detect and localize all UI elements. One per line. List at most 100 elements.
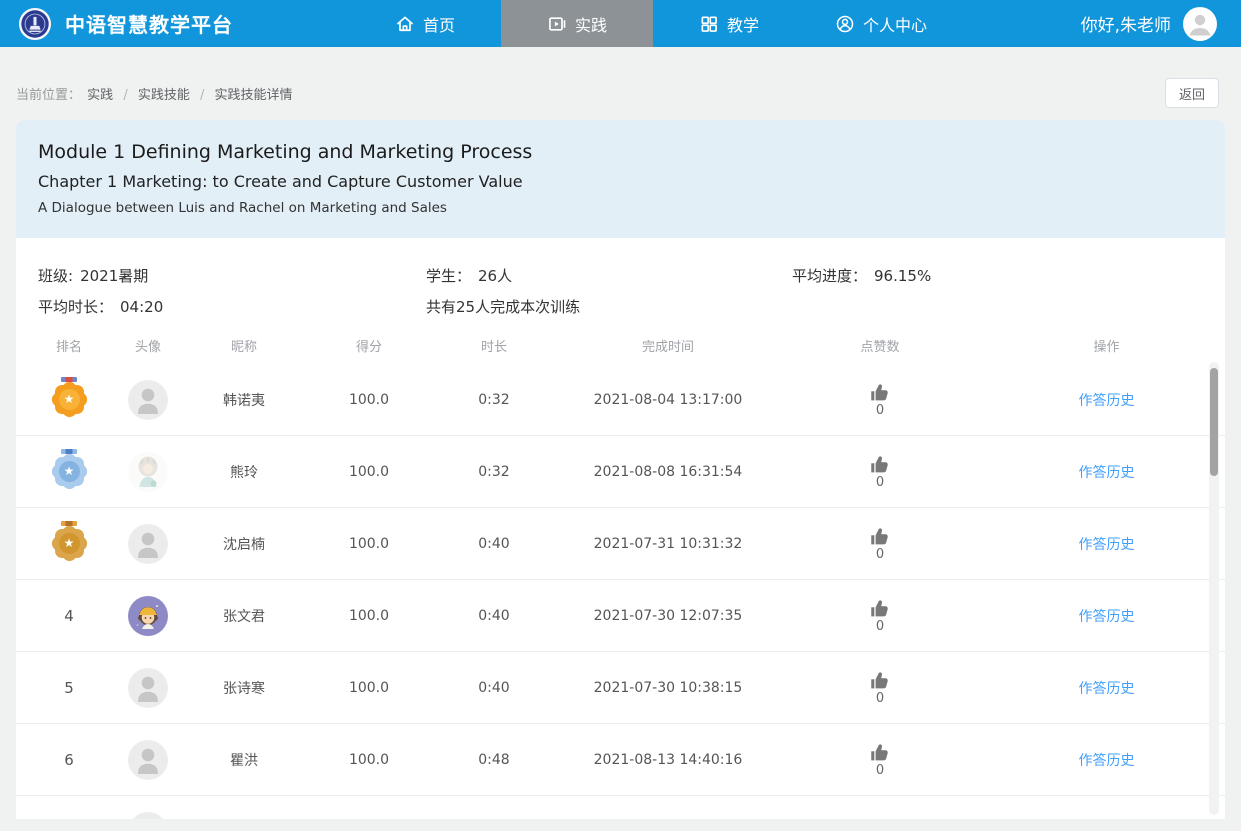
brand: 中语智慧教学平台 xyxy=(0,7,233,41)
user-avatar[interactable] xyxy=(1183,7,1217,41)
stat-class: 班级: 2021暑期 xyxy=(38,265,426,286)
like-count: 0 xyxy=(876,548,884,562)
answer-history-link[interactable]: 作答历史 xyxy=(1079,678,1135,698)
duration-cell: 0:40 xyxy=(424,536,564,552)
nav-tab-home[interactable]: 首页 xyxy=(349,0,501,47)
thumb-up-icon[interactable] xyxy=(869,742,891,763)
thumb-up-icon[interactable] xyxy=(869,526,891,547)
student-avatar xyxy=(128,740,168,780)
nav-tab-label: 个人中心 xyxy=(863,12,927,36)
scrollbar-track[interactable] xyxy=(1209,362,1219,815)
score-cell: 100.0 xyxy=(314,752,424,768)
score-cell: 100.0 xyxy=(314,536,424,552)
user-area: 你好,朱老师 xyxy=(1081,0,1217,47)
nav-tab-label: 实践 xyxy=(575,12,607,36)
duration-cell: 0:32 xyxy=(424,392,564,408)
rank-medal-gold-icon: ★ xyxy=(48,377,90,423)
breadcrumb-item-practice-skill[interactable]: 实践技能 xyxy=(138,88,190,103)
table-row: ★ 韩诺夷 100.0 0:32 2021-08-04 13:17:00 0 作… xyxy=(16,364,1225,436)
exercise-subtitle: A Dialogue between Luis and Rachel on Ma… xyxy=(38,196,1203,220)
action-cell: 作答历史 xyxy=(988,606,1225,626)
rank-cell: ★ xyxy=(16,521,122,567)
grid-icon xyxy=(699,14,719,34)
answer-history-link[interactable]: 作答历史 xyxy=(1079,462,1135,482)
avatar-cell xyxy=(122,452,174,492)
nickname-cell: 沈启楠 xyxy=(174,534,314,554)
nickname-cell: 张文君 xyxy=(174,606,314,626)
breadcrumb-item-practice[interactable]: 实践 xyxy=(87,88,113,103)
student-avatar xyxy=(128,380,168,420)
thumb-up-icon[interactable] xyxy=(869,454,891,475)
duration-cell: 0:32 xyxy=(424,464,564,480)
col-rank: 排名 xyxy=(16,336,122,355)
table-row: ★ 沈启楠 100.0 0:40 2021-07-31 10:31:32 0 作… xyxy=(16,508,1225,580)
finish-time-cell: 2021-08-08 16:31:54 xyxy=(564,464,772,480)
nav-tabs: 首页 实践 教学 xyxy=(349,0,957,47)
back-button[interactable]: 返回 xyxy=(1165,78,1219,108)
score-cell: 100.0 xyxy=(314,680,424,696)
scrollbar-thumb[interactable] xyxy=(1210,368,1218,476)
likes-cell: 0 xyxy=(772,454,988,490)
rank-cell: ★ xyxy=(16,377,122,423)
breadcrumb-separator: / xyxy=(200,88,204,103)
nav-tab-teaching[interactable]: 教学 xyxy=(653,0,805,47)
action-cell: 作答历史 xyxy=(988,462,1225,482)
duration-cell: 0:48 xyxy=(424,752,564,768)
duration-cell: 0:40 xyxy=(424,680,564,696)
stat-students-value: 26人 xyxy=(478,267,512,285)
breadcrumb: 当前位置： 实践 / 实践技能 / 实践技能详情 xyxy=(16,84,295,103)
nickname-cell: 张诗寒 xyxy=(174,678,314,698)
thumb-up-icon[interactable] xyxy=(869,382,891,403)
video-icon xyxy=(547,14,567,34)
col-finish-time: 完成时间 xyxy=(564,336,772,355)
detail-card: Module 1 Defining Marketing and Marketin… xyxy=(16,120,1225,819)
duration-cell: 0:40 xyxy=(424,608,564,624)
score-cell: 100.0 xyxy=(314,392,424,408)
stat-duration-label: 平均时长： xyxy=(38,298,113,316)
thumb-up-icon[interactable] xyxy=(869,598,891,619)
stat-class-value: 2021暑期 xyxy=(80,267,148,285)
answer-history-link[interactable]: 作答历史 xyxy=(1079,390,1135,410)
thumb-up-icon[interactable] xyxy=(869,670,891,691)
like-count: 0 xyxy=(876,476,884,490)
stat-avg-duration: 平均时长：04:20 xyxy=(38,296,426,317)
table-row: 6 瞿洪 100.0 0:48 2021-08-13 14:40:16 0 作答… xyxy=(16,724,1225,796)
col-duration: 时长 xyxy=(424,336,564,355)
likes-cell: 0 xyxy=(772,382,988,418)
nav-tab-label: 教学 xyxy=(727,12,759,36)
like-count: 0 xyxy=(876,404,884,418)
rank-cell: 4 xyxy=(16,607,122,625)
finish-time-cell: 2021-07-30 10:38:15 xyxy=(564,680,772,696)
breadcrumb-item-skill-detail: 实践技能详情 xyxy=(215,88,293,103)
finish-time-cell: 2021-08-04 13:17:00 xyxy=(564,392,772,408)
chapter-title: Chapter 1 Marketing: to Create and Captu… xyxy=(38,168,1203,196)
rank-medal-bronze-icon: ★ xyxy=(48,521,90,567)
like-count: 0 xyxy=(876,764,884,778)
like-count: 0 xyxy=(876,692,884,706)
likes-cell: 0 xyxy=(772,670,988,706)
col-likes: 点赞数 xyxy=(772,336,988,355)
student-avatar xyxy=(128,812,168,819)
table-row: 5 张诗寒 100.0 0:40 2021-07-30 10:38:15 0 作… xyxy=(16,652,1225,724)
nav-tab-profile[interactable]: 个人中心 xyxy=(805,0,957,47)
user-greeting: 你好,朱老师 xyxy=(1081,11,1171,36)
stat-progress: 平均进度：96.15% xyxy=(792,265,1203,286)
action-cell: 作答历史 xyxy=(988,750,1225,770)
score-cell: 100.0 xyxy=(314,464,424,480)
table-body: ★ 韩诺夷 100.0 0:32 2021-08-04 13:17:00 0 作… xyxy=(16,364,1225,819)
nav-tab-practice[interactable]: 实践 xyxy=(501,0,653,47)
rank-medal-blue-icon: ★ xyxy=(48,449,90,495)
answer-history-link[interactable]: 作答历史 xyxy=(1079,534,1135,554)
university-logo-icon xyxy=(18,7,52,41)
avatar-cell xyxy=(122,740,174,780)
likes-cell: 0 xyxy=(772,742,988,778)
answer-history-link[interactable]: 作答历史 xyxy=(1079,606,1135,626)
rank-cell: ★ xyxy=(16,449,122,495)
table-row-partial xyxy=(16,796,1225,819)
stats-panel: 班级:2021暑期 学生：26人 平均进度：96.15% 平均时长：04:20 … xyxy=(16,238,1225,326)
nickname-cell: 韩诺夷 xyxy=(174,390,314,410)
stat-completed-count: 共有25人完成本次训练 xyxy=(426,296,792,317)
person-icon xyxy=(835,14,855,34)
answer-history-link[interactable]: 作答历史 xyxy=(1079,750,1135,770)
stat-class-label: 班级: xyxy=(38,267,73,285)
